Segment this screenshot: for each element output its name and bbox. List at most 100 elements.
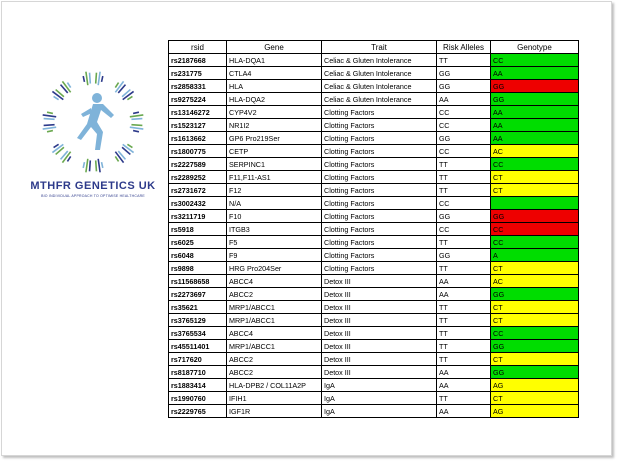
genotype-cell: GG	[490, 92, 579, 106]
table-row: rs2229765 IGF1R IgA AA AG	[168, 404, 579, 418]
risk-alleles-cell: TT	[436, 170, 491, 184]
gene-cell: IGF1R	[226, 404, 322, 418]
rsid-cell: rs231775	[168, 66, 227, 80]
table-row: rs45511401 MRP1/ABCC1 Detox III TT GG	[168, 339, 579, 353]
table-row: rs3765129 MRP1/ABCC1 Detox III TT CT	[168, 313, 579, 327]
gene-cell: F9	[226, 248, 322, 262]
trait-cell: Detox III	[321, 352, 437, 366]
table-row: rs1523127 NR1I2 Clotting Factors CC AA	[168, 118, 579, 132]
genotype-cell: AC	[490, 274, 579, 288]
risk-alleles-cell: TT	[436, 183, 491, 197]
table-row: rs35621 MRP1/ABCC1 Detox III TT CT	[168, 300, 579, 314]
table-row: rs1800775 CETP Clotting Factors CC AC	[168, 144, 579, 158]
gene-cell: F10	[226, 209, 322, 223]
trait-cell: Celiac & Gluten Intolerance	[321, 66, 437, 80]
genotype-cell: AG	[490, 378, 579, 392]
header-genotype: Genotype	[490, 40, 579, 54]
genotype-cell: A	[490, 248, 579, 262]
rsid-cell: rs3211719	[168, 209, 227, 223]
risk-alleles-cell: AA	[436, 287, 491, 301]
risk-alleles-cell: CC	[436, 144, 491, 158]
rsid-cell: rs5918	[168, 222, 227, 236]
trait-cell: Clotting Factors	[321, 235, 437, 249]
table-row: rs2731672 F12 Clotting Factors TT CT	[168, 183, 579, 197]
trait-cell: Celiac & Gluten Intolerance	[321, 92, 437, 106]
trait-cell: Clotting Factors	[321, 170, 437, 184]
risk-alleles-cell: CC	[436, 118, 491, 132]
table-row: rs2858331 HLA Celiac & Gluten Intolerance G…	[168, 79, 579, 93]
rsid-cell: rs3765534	[168, 326, 227, 340]
risk-alleles-cell: GG	[436, 66, 491, 80]
table-row: rs2187668 HLA-DQA1 Celiac & Gluten Intoler…	[168, 53, 579, 67]
gene-cell: HLA-DQA2	[226, 92, 322, 106]
rsid-cell: rs2229765	[168, 404, 227, 418]
genotype-cell: CC	[490, 157, 579, 171]
rsid-cell: rs2731672	[168, 183, 227, 197]
logo-title: MTHFR GENETICS UK	[30, 180, 156, 192]
rsid-cell: rs1883414	[168, 378, 227, 392]
table-row: rs1883414 HLA-DPB2 / COL11A2P IgA AA AG	[168, 378, 579, 392]
gene-cell: ABCC2	[226, 365, 322, 379]
trait-cell: Detox III	[321, 326, 437, 340]
risk-alleles-cell: GG	[436, 79, 491, 93]
rsid-cell: rs2289252	[168, 170, 227, 184]
rsid-cell: rs11568658	[168, 274, 227, 288]
trait-cell: Celiac & Gluten Intolerance	[321, 53, 437, 67]
rsid-cell: rs3002432	[168, 196, 227, 210]
trait-cell: Detox III	[321, 365, 437, 379]
genotype-cell: CC	[490, 326, 579, 340]
risk-alleles-cell: AA	[436, 378, 491, 392]
rsid-cell: rs1800775	[168, 144, 227, 158]
genotype-cell: GG	[490, 339, 579, 353]
trait-cell: Detox III	[321, 287, 437, 301]
gene-cell: NR1I2	[226, 118, 322, 132]
rsid-cell: rs2227589	[168, 157, 227, 171]
gene-cell: F12	[226, 183, 322, 197]
genotype-cell: CC	[490, 53, 579, 67]
genotype-cell: CT	[490, 352, 579, 366]
table-row: rs3211719 F10 Clotting Factors GG GG	[168, 209, 579, 223]
risk-alleles-cell: TT	[436, 300, 491, 314]
gene-cell: HLA-DPB2 / COL11A2P	[226, 378, 322, 392]
gene-cell: N/A	[226, 196, 322, 210]
rsid-cell: rs2187668	[168, 53, 227, 67]
genotype-cell: GG	[490, 79, 579, 93]
gene-cell: ABCC2	[226, 287, 322, 301]
genotype-cell: GG	[490, 209, 579, 223]
rsid-cell: rs45511401	[168, 339, 227, 353]
trait-cell: Clotting Factors	[321, 261, 437, 275]
trait-cell: Clotting Factors	[321, 183, 437, 197]
rsid-cell: rs9898	[168, 261, 227, 275]
gene-cell: CTLA4	[226, 66, 322, 80]
table-row: rs1613662 GP6 Pro219Ser Clotting Factors GG…	[168, 131, 579, 145]
trait-cell: Clotting Factors	[321, 196, 437, 210]
table-row: rs9275224 HLA-DQA2 Celiac & Gluten Intoler…	[168, 92, 579, 106]
risk-alleles-cell: CC	[436, 196, 491, 210]
gene-cell: F5	[226, 235, 322, 249]
rsid-cell: rs13146272	[168, 105, 227, 119]
genotype-cell: GG	[490, 287, 579, 301]
genotype-cell: CT	[490, 183, 579, 197]
table-row: rs1990760 IFIH1 IgA TT CT	[168, 391, 579, 405]
gene-cell: HRG Pro204Ser	[226, 261, 322, 275]
header-rsid: rsid	[168, 40, 227, 54]
table-row: rs2273697 ABCC2 Detox III AA GG	[168, 287, 579, 301]
table-row: rs2227589 SERPINC1 Clotting Factors TT CC	[168, 157, 579, 171]
risk-alleles-cell: TT	[436, 352, 491, 366]
table-row: rs13146272 CYP4V2 Clotting Factors CC AA	[168, 105, 579, 119]
genotype-cell: CT	[490, 391, 579, 405]
trait-cell: Clotting Factors	[321, 157, 437, 171]
rsid-cell: rs1990760	[168, 391, 227, 405]
table-row: rs3765534 ABCC4 Detox III TT CC	[168, 326, 579, 340]
table-row: rs717620 ABCC2 Detox III TT CT	[168, 352, 579, 366]
table-row: rs5918 ITGB3 Clotting Factors CC CC	[168, 222, 579, 236]
genotype-cell	[490, 196, 579, 210]
risk-alleles-cell: AA	[436, 274, 491, 288]
rsid-cell: rs35621	[168, 300, 227, 314]
risk-alleles-cell: TT	[436, 235, 491, 249]
gene-cell: ITGB3	[226, 222, 322, 236]
trait-cell: Detox III	[321, 339, 437, 353]
genotype-cell: GG	[490, 365, 579, 379]
gene-cell: IFIH1	[226, 391, 322, 405]
gene-cell: CETP	[226, 144, 322, 158]
